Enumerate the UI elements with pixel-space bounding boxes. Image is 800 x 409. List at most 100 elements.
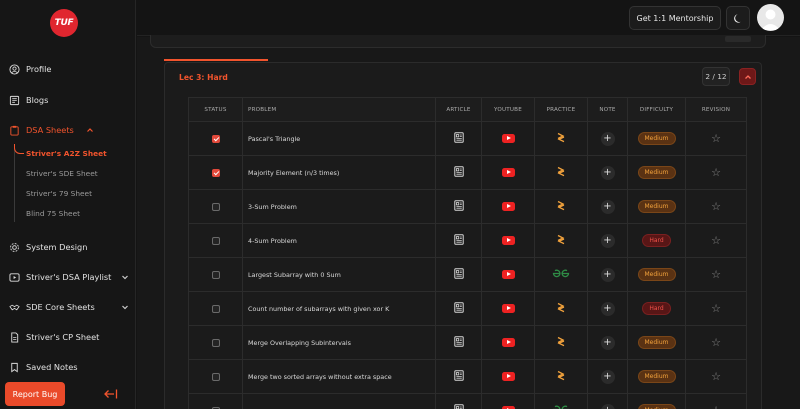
sidebar-item-cp-sheet[interactable]: Striver's CP Sheet [9, 328, 129, 346]
status-checkbox[interactable] [211, 134, 220, 143]
section-title[interactable]: Lec 3: Hard [179, 73, 228, 82]
user-avatar-icon [761, 9, 780, 30]
practice-cell[interactable] [534, 189, 588, 224]
table-row: Merge Overlapping Subintervals + Medium ☆ [188, 325, 747, 360]
table-row: Majority Element (n/3 times) + Medium ☆ [188, 155, 747, 190]
problem-name[interactable]: Merge Overlapping Subintervals [248, 339, 351, 347]
add-note-button[interactable]: + [600, 335, 615, 350]
problem-name[interactable]: Count number of subarrays with given xor… [248, 305, 389, 313]
problem-name[interactable]: 4-Sum Problem [248, 237, 297, 245]
sidebar-item-profile[interactable]: Profile [9, 60, 129, 78]
chevron-down-icon [122, 275, 128, 280]
problem-name[interactable]: Merge two sorted arrays without extra sp… [248, 373, 392, 381]
mentorship-button[interactable]: Get 1:1 Mentorship [629, 6, 721, 30]
sidebar-item-system-design[interactable]: System Design [9, 238, 129, 256]
revision-cell: ☆ [685, 155, 747, 190]
difficulty-badge: Medium [637, 404, 676, 409]
star-icon[interactable]: ☆ [711, 370, 721, 383]
add-note-button[interactable]: + [600, 131, 615, 146]
tuf-logo[interactable]: TUF [50, 9, 78, 37]
problem-name[interactable]: Pascal's Triangle [248, 135, 300, 143]
status-checkbox[interactable] [211, 236, 220, 245]
column-header-practice: PRACTICE [534, 97, 588, 122]
add-note-button[interactable]: + [600, 199, 615, 214]
sidebar-item-dsa-sheets[interactable]: DSA Sheets [9, 121, 129, 139]
star-icon[interactable]: ☆ [711, 234, 721, 247]
codestudio-icon [557, 370, 565, 381]
article-cell[interactable] [435, 325, 482, 360]
youtube-cell[interactable] [481, 121, 535, 156]
practice-cell[interactable] [534, 223, 588, 258]
status-checkbox[interactable] [211, 202, 220, 211]
article-cell[interactable] [435, 291, 482, 326]
youtube-cell[interactable] [481, 257, 535, 292]
article-cell[interactable] [435, 257, 482, 292]
status-checkbox[interactable] [211, 338, 220, 347]
star-icon[interactable]: ☆ [711, 268, 721, 281]
youtube-cell[interactable] [481, 393, 535, 409]
article-cell[interactable] [435, 155, 482, 190]
article-cell[interactable] [435, 223, 482, 258]
revision-cell: ☆ [685, 257, 747, 292]
practice-cell[interactable] [534, 393, 588, 409]
practice-cell[interactable] [534, 155, 588, 190]
report-bug-button[interactable]: Report Bug [5, 382, 65, 406]
add-note-button[interactable]: + [600, 301, 615, 316]
article-cell[interactable] [435, 121, 482, 156]
status-checkbox[interactable] [211, 304, 220, 313]
add-note-button[interactable]: + [600, 403, 615, 409]
star-icon[interactable]: ☆ [711, 132, 721, 145]
status-checkbox[interactable] [211, 270, 220, 279]
avatar[interactable] [757, 4, 784, 31]
status-checkbox[interactable] [211, 372, 220, 381]
sidebar-item-dsa-playlist[interactable]: Striver's DSA Playlist [9, 268, 129, 286]
submenu-item-79[interactable]: Striver's 79 Sheet [26, 189, 92, 198]
article-cell[interactable] [435, 189, 482, 224]
table-row: + Medium ☆ [188, 393, 747, 409]
collapse-sidebar-icon[interactable] [104, 388, 118, 400]
sidebar-item-blogs[interactable]: Blogs [9, 91, 129, 109]
practice-cell[interactable] [534, 257, 588, 292]
problem-name[interactable]: Majority Element (n/3 times) [248, 169, 339, 177]
star-icon[interactable]: ☆ [711, 200, 721, 213]
star-icon[interactable]: ☆ [711, 302, 721, 315]
sidebar-item-saved-notes[interactable]: Saved Notes [9, 358, 129, 376]
star-icon[interactable]: ☆ [711, 166, 721, 179]
submenu-item-blind75[interactable]: Blind 75 Sheet [26, 209, 80, 218]
youtube-cell[interactable] [481, 325, 535, 360]
submenu-item-a2z[interactable]: Striver's A2Z Sheet [26, 149, 107, 158]
add-note-button[interactable]: + [600, 369, 615, 384]
add-note-button[interactable]: + [600, 267, 615, 282]
sidebar-item-label: DSA Sheets [26, 125, 74, 135]
revision-cell: ☆ [685, 223, 747, 258]
status-checkbox[interactable] [211, 168, 220, 177]
section-counter: 2 / 12 [702, 67, 730, 86]
practice-cell[interactable] [534, 291, 588, 326]
article-cell[interactable] [435, 359, 482, 394]
problem-name[interactable]: 3-Sum Problem [248, 203, 297, 211]
youtube-cell[interactable] [481, 155, 535, 190]
logo-text: TUF [54, 18, 74, 28]
add-note-button[interactable]: + [600, 233, 615, 248]
star-icon[interactable]: ☆ [711, 404, 721, 409]
add-note-button[interactable]: + [600, 165, 615, 180]
youtube-icon [501, 270, 515, 279]
youtube-cell[interactable] [481, 359, 535, 394]
star-icon[interactable]: ☆ [711, 336, 721, 349]
youtube-cell[interactable] [481, 291, 535, 326]
practice-cell[interactable] [534, 359, 588, 394]
note-cell: + [587, 291, 628, 326]
chevron-down-icon [122, 305, 128, 310]
sidebar: TUF Profile Blogs DSA Sheets Striver's A… [0, 0, 136, 409]
sidebar-item-sde-core[interactable]: SDE Core Sheets [9, 298, 129, 316]
practice-cell[interactable] [534, 325, 588, 360]
problem-name[interactable]: Largest Subarray with 0 Sum [248, 271, 341, 279]
difficulty-cell: Medium [627, 359, 686, 394]
youtube-cell[interactable] [481, 189, 535, 224]
youtube-cell[interactable] [481, 223, 535, 258]
section-collapse-button[interactable] [739, 68, 756, 85]
theme-toggle-button[interactable] [726, 6, 750, 30]
practice-cell[interactable] [534, 121, 588, 156]
submenu-item-sde[interactable]: Striver's SDE Sheet [26, 169, 98, 178]
article-cell[interactable] [435, 393, 482, 409]
